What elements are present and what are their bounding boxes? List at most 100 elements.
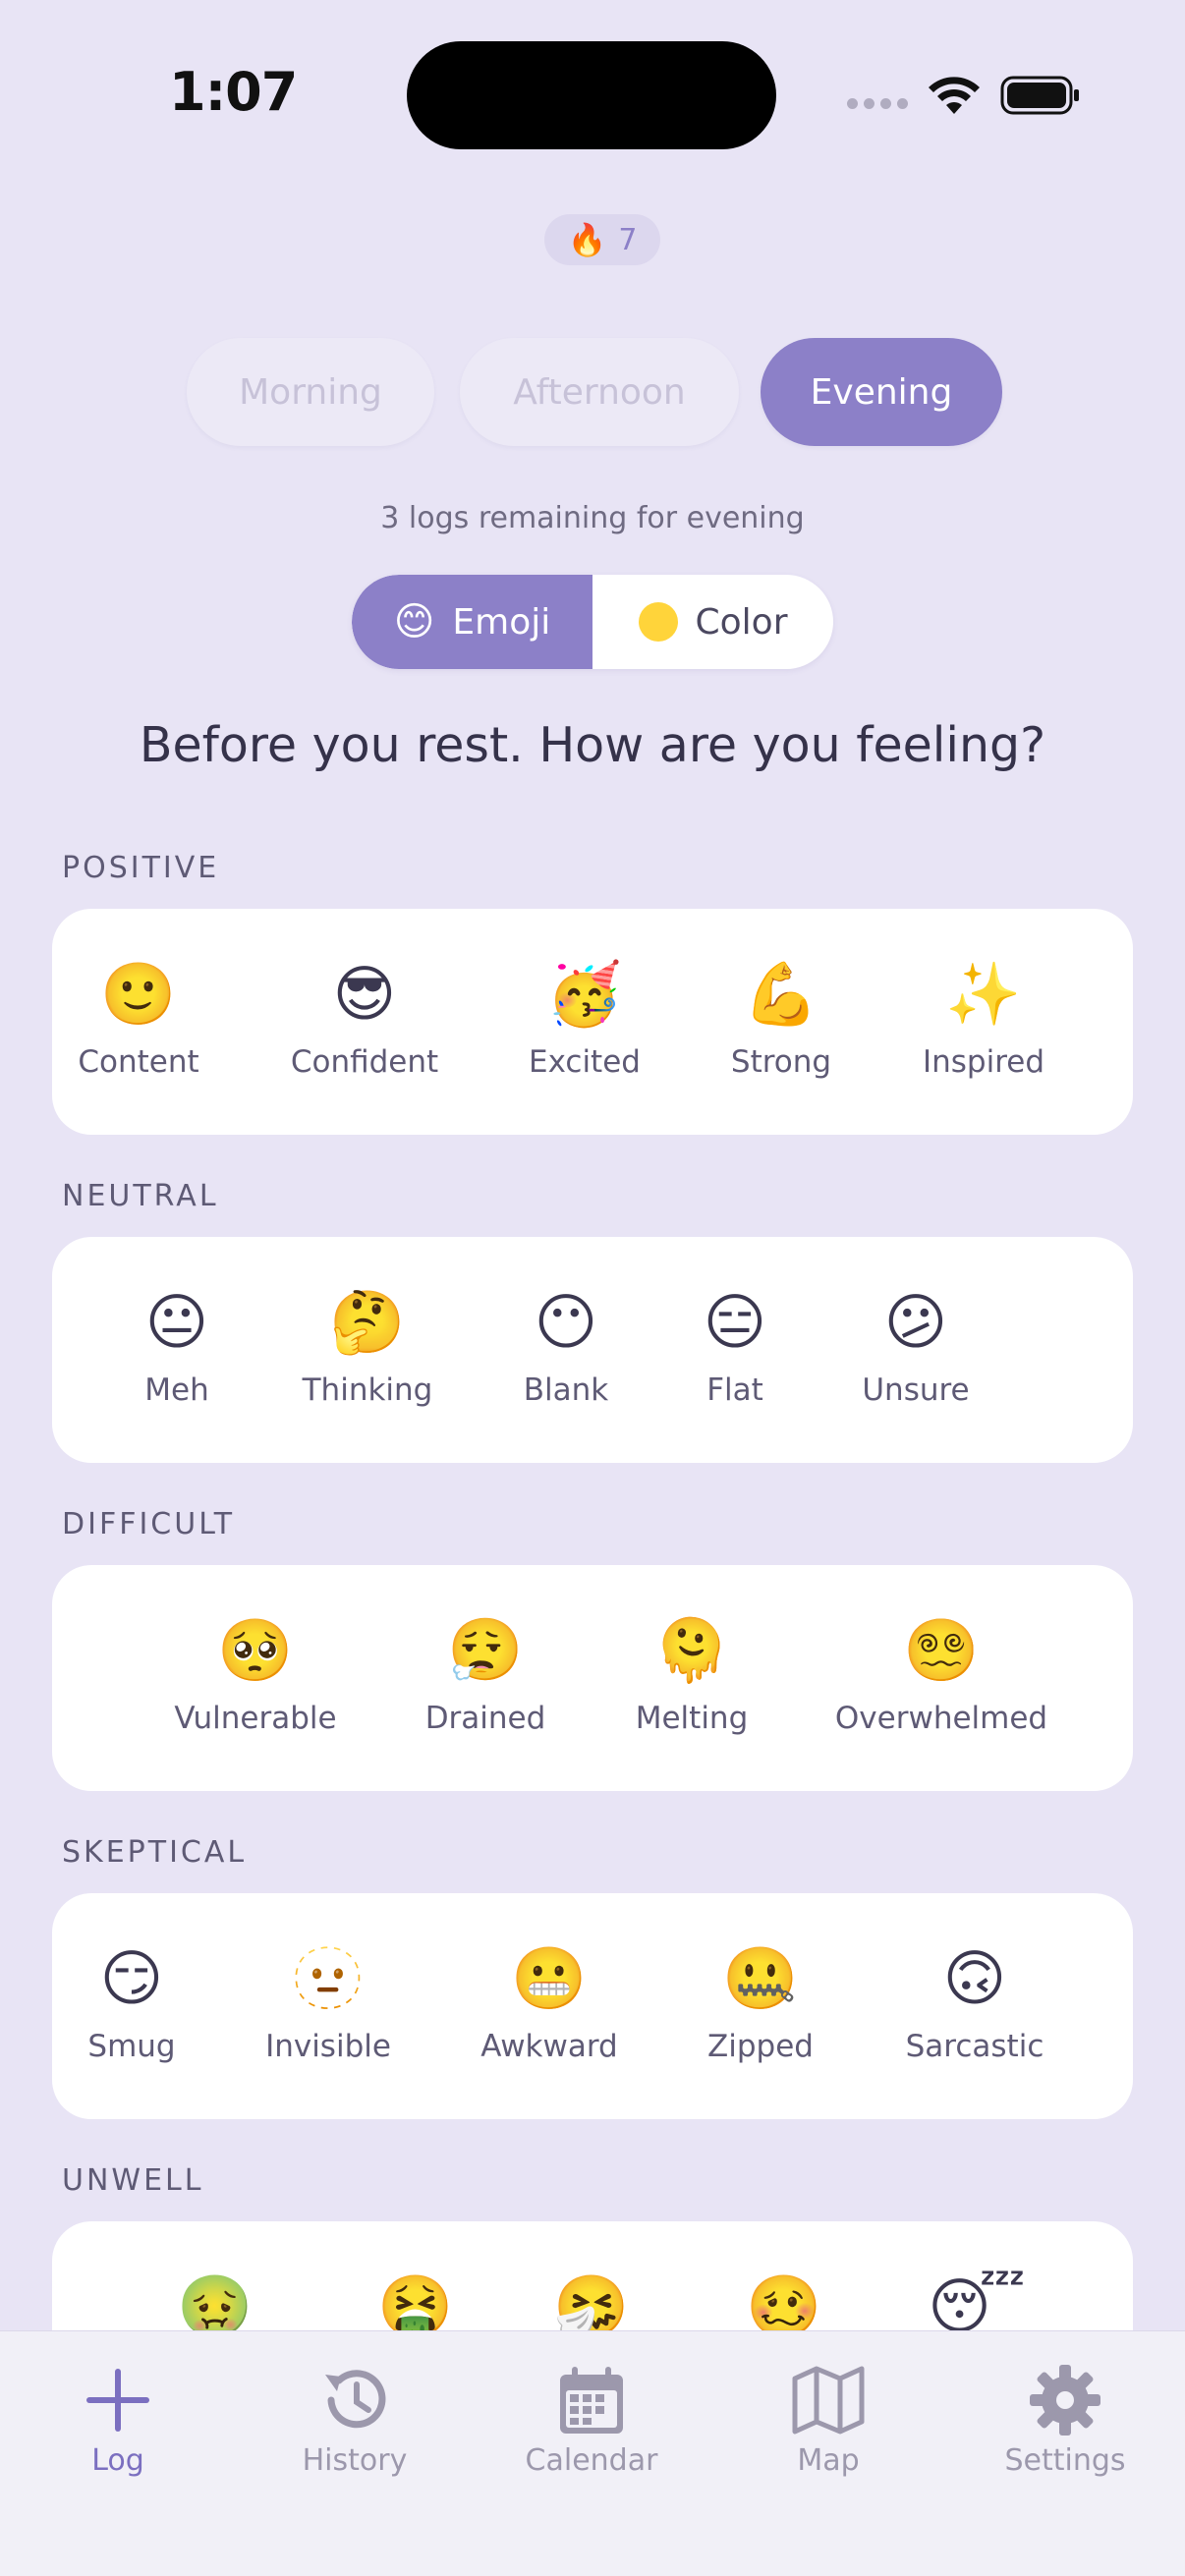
spiral-eyes-face-icon: 😵‍💫 [903, 1614, 980, 1686]
color-mode-button[interactable]: Color [592, 575, 833, 669]
card-difficult: 🥺 Vulnerable 😮‍💨 Drained 🫠 Melting 😵‍💫 O… [52, 1565, 1133, 1791]
section-label-difficult: DIFFICULT [62, 1507, 236, 1541]
emotion-excited[interactable]: 🥳 Excited [486, 958, 683, 1080]
emotion-label: Unsure [862, 1372, 970, 1408]
emoji-mode-button[interactable]: 😊 Emoji [352, 575, 592, 669]
emotion-thinking[interactable]: 🤔 Thinking [269, 1286, 466, 1408]
neutral-face-icon: 😐 [144, 1286, 209, 1358]
tab-map[interactable]: Map [730, 2361, 927, 2478]
emotion-label: Melting [635, 1701, 749, 1736]
tab-log-label: Log [91, 2443, 144, 2478]
signal-icon [847, 98, 908, 112]
emotion-content[interactable]: 🙂 Content [40, 958, 237, 1080]
smile-icon: 😊 [393, 599, 435, 644]
emotion-blank[interactable]: 😶 Blank [468, 1286, 664, 1408]
remaining-logs-text: 3 logs remaining for evening [380, 501, 805, 535]
flexed-biceps-icon: 💪 [743, 958, 819, 1030]
section-label-positive: POSITIVE [62, 851, 220, 885]
tab-bar: Log History Calendar Map Settings [0, 2330, 1185, 2576]
tab-settings-label: Settings [1004, 2443, 1126, 2478]
emotion-label: Blank [523, 1372, 609, 1408]
emotion-drained[interactable]: 😮‍💨 Drained [387, 1614, 584, 1736]
emotion-smug[interactable]: 😏 Smug [33, 1942, 230, 2064]
tab-morning-label: Morning [239, 371, 382, 413]
emotion-inspired[interactable]: ✨ Inspired [885, 958, 1082, 1080]
emotion-label: Drained [424, 1701, 546, 1736]
emotion-overwhelmed[interactable]: 😵‍💫 Overwhelmed [835, 1614, 1047, 1736]
emotion-sarcastic[interactable]: 🙃 Sarcastic [876, 1942, 1073, 2064]
emotion-label: Strong [730, 1044, 832, 1080]
streak-count: 7 [618, 222, 638, 257]
tab-morning[interactable]: Morning [187, 338, 434, 446]
card-skeptical: 😏 Smug 🫥 Invisible 😬 Awkward 🤐 Zipped 🙃 … [52, 1893, 1133, 2119]
emotion-awkward[interactable]: 😬 Awkward [451, 1942, 648, 2064]
emotion-flat[interactable]: 😑 Flat [637, 1286, 833, 1408]
plus-icon [86, 2369, 149, 2432]
emotion-vulnerable[interactable]: 🥺 Vulnerable [157, 1614, 354, 1736]
thinking-face-icon: 🤔 [329, 1286, 406, 1358]
emoji-mode-label: Emoji [452, 601, 551, 643]
feeling-prompt: Before you rest. How are you feeling? [139, 717, 1046, 773]
emotion-label: Flat [706, 1372, 763, 1408]
upside-down-face-icon: 🙃 [942, 1942, 1007, 2014]
status-time: 1:07 [169, 61, 298, 123]
map-icon [792, 2366, 865, 2435]
fire-icon: 🔥 [567, 221, 607, 258]
emotion-label: Invisible [265, 2029, 391, 2064]
emotion-unsure[interactable]: 😕 Unsure [818, 1286, 1014, 1408]
tab-evening-label: Evening [810, 371, 953, 413]
tab-calendar[interactable]: Calendar [493, 2361, 690, 2478]
pleading-face-icon: 🥺 [217, 1614, 294, 1686]
exhaling-face-icon: 😮‍💨 [447, 1614, 524, 1686]
tab-evening[interactable]: Evening [761, 338, 1002, 446]
tab-log[interactable]: Log [20, 2361, 216, 2478]
dotted-line-face-icon: 🫥 [290, 1942, 367, 2014]
color-mode-label: Color [695, 601, 788, 643]
battery-icon [1000, 76, 1079, 115]
emotion-label: Overwhelmed [834, 1701, 1048, 1736]
party-face-icon: 🥳 [546, 958, 623, 1030]
dynamic-island [407, 41, 776, 149]
calendar-icon [560, 2367, 623, 2434]
emotion-label: Thinking [302, 1372, 433, 1408]
streak-badge: 🔥 7 [544, 214, 660, 265]
melting-face-icon: 🫠 [653, 1614, 730, 1686]
emotion-label: Zipped [707, 2029, 814, 2064]
emotion-label: Awkward [480, 2029, 618, 2064]
tab-calendar-label: Calendar [525, 2443, 658, 2478]
emotion-invisible[interactable]: 🫥 Invisible [230, 1942, 426, 2064]
emotion-label: Inspired [922, 1044, 1045, 1080]
color-dot-icon [638, 602, 678, 642]
emotion-confident[interactable]: 😎 Confident [266, 958, 463, 1080]
emotion-label: Vulnerable [174, 1701, 337, 1736]
emotion-zipped[interactable]: 🤐 Zipped [662, 1942, 859, 2064]
wifi-icon [929, 77, 980, 114]
emotion-melting[interactable]: 🫠 Melting [593, 1614, 790, 1736]
expressionless-face-icon: 😑 [703, 1286, 767, 1358]
smirking-face-icon: 😏 [99, 1942, 164, 2014]
emotion-label: Smug [87, 2029, 176, 2064]
no-mouth-face-icon: 😶 [534, 1286, 598, 1358]
sparkles-icon: ✨ [945, 958, 1022, 1030]
screen: 1:07 🔥 7 Morning Afternoon Evening 3 log… [0, 0, 1185, 2576]
emotion-label: Meh [144, 1372, 209, 1408]
period-tabs: Morning Afternoon Evening [0, 338, 1185, 448]
emotion-label: Sarcastic [905, 2029, 1044, 2064]
emotion-strong[interactable]: 💪 Strong [683, 958, 879, 1080]
emotion-label: Excited [529, 1044, 641, 1080]
section-label-neutral: NEUTRAL [62, 1179, 219, 1213]
tab-afternoon[interactable]: Afternoon [460, 338, 739, 446]
history-icon [325, 2370, 386, 2429]
tab-afternoon-label: Afternoon [513, 371, 686, 413]
tab-history-label: History [302, 2443, 408, 2478]
tab-history[interactable]: History [256, 2361, 453, 2478]
emotion-meh[interactable]: 😐 Meh [79, 1286, 275, 1408]
mode-toggle: 😊 Emoji Color [352, 575, 833, 669]
zipper-mouth-face-icon: 🤐 [722, 1942, 799, 2014]
tab-map-label: Map [797, 2443, 860, 2478]
tab-settings[interactable]: Settings [967, 2361, 1163, 2478]
section-label-unwell: UNWELL [62, 2163, 204, 2198]
gear-icon [1030, 2365, 1100, 2436]
sunglasses-icon: 😎 [332, 958, 397, 1030]
grimacing-face-icon: 😬 [511, 1942, 588, 2014]
